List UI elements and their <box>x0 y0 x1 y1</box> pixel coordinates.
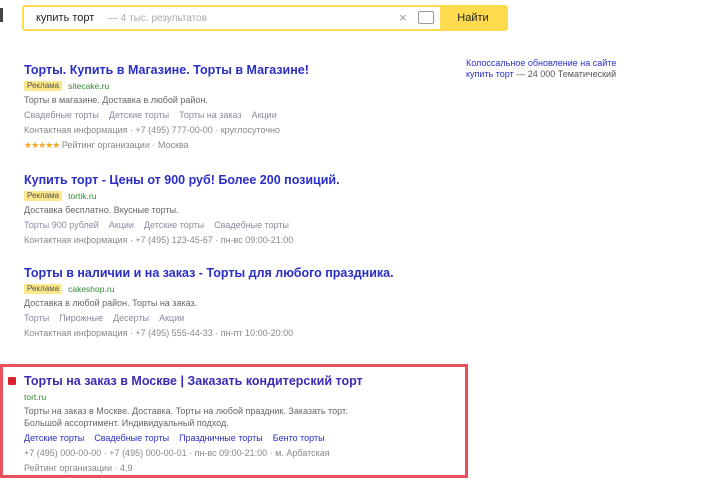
sitelink[interactable]: Свадебные торты <box>94 433 169 444</box>
sitelink[interactable]: Свадебные торты <box>214 220 289 231</box>
search-result-highlighted: Торты на заказ в Москве | Заказать конди… <box>24 373 444 474</box>
result-description: Доставка бесплатно. Вкусные торты. <box>24 205 179 215</box>
ad-badge: Реклама <box>24 283 63 294</box>
search-hint: — 4 тыс. результатов <box>108 13 208 24</box>
right-ad-link-2[interactable]: купить торт <box>466 69 514 79</box>
sitelink[interactable]: Торты на заказ <box>179 110 241 121</box>
search-button[interactable]: Найти <box>440 7 506 29</box>
contact-info: Контактная информация · +7 (495) 555-44-… <box>24 328 294 338</box>
sitelink[interactable]: Торты <box>24 313 49 324</box>
search-input[interactable]: купить торт <box>36 12 94 24</box>
search-result: Купить торт - Цены от 900 руб! Более 200… <box>24 172 444 246</box>
contact-info: Контактная информация · +7 (495) 777-00-… <box>24 125 280 135</box>
result-description-2: Большой ассортимент. Индивидуальный подх… <box>24 418 229 428</box>
sitelink[interactable]: Детские торты <box>144 220 204 231</box>
result-url[interactable]: tortik.ru <box>68 191 96 201</box>
sitelink[interactable]: Праздничные торты <box>179 433 263 444</box>
rating-text: Рейтинг организации · Москва <box>61 140 189 150</box>
search-result: Торты. Купить в Магазине. Торты в Магази… <box>24 62 444 151</box>
sitelinks: Торты Пирожные Десерты Акции <box>24 313 444 324</box>
site-favicon-icon <box>8 377 16 385</box>
rating-stars-icon: ★★★★★ <box>24 140 60 150</box>
result-title[interactable]: Торты на заказ в Москве | Заказать конди… <box>24 373 444 389</box>
window-edge <box>0 8 3 22</box>
contact-info: Контактная информация · +7 (495) 123-45-… <box>24 235 294 245</box>
sitelink[interactable]: Десерты <box>113 313 149 324</box>
result-title[interactable]: Торты в наличии и на заказ - Торты для л… <box>24 265 444 281</box>
sitelink[interactable]: Торты 900 рублей <box>24 220 99 231</box>
sitelink[interactable]: Акции <box>109 220 134 231</box>
sitelink[interactable]: Бенто торты <box>273 433 325 444</box>
sitelinks: Свадебные торты Детские торты Торты на з… <box>24 110 444 121</box>
sitelink[interactable]: Детские торты <box>109 110 169 121</box>
keyboard-icon[interactable] <box>418 11 434 24</box>
reviews: Рейтинг организации · 4,9 <box>24 463 133 473</box>
result-title[interactable]: Купить торт - Цены от 900 руб! Более 200… <box>24 172 444 188</box>
search-bar: купить торт — 4 тыс. результатов × Найти <box>22 5 508 31</box>
sitelink[interactable]: Пирожные <box>59 313 103 324</box>
search-result: Торты в наличии и на заказ - Торты для л… <box>24 265 444 339</box>
right-ad: Колоссальное обновление на сайте купить … <box>466 58 646 80</box>
right-ad-text: — 24 000 Тематический <box>516 69 617 79</box>
ad-badge: Реклама <box>24 80 63 91</box>
result-description: Торты в магазине. Доставка в любой район… <box>24 95 208 105</box>
contact-info: +7 (495) 000-00-00 · +7 (495) 000-00-01 … <box>24 448 330 458</box>
sitelink[interactable]: Детские торты <box>24 433 84 444</box>
result-description: Торты на заказ в Москве. Доставка. Торты… <box>24 406 348 416</box>
result-title[interactable]: Торты. Купить в Магазине. Торты в Магази… <box>24 62 444 78</box>
sitelinks: Торты 900 рублей Акции Детские торты Сва… <box>24 220 444 231</box>
clear-icon[interactable]: × <box>399 10 407 25</box>
result-url[interactable]: tort.ru <box>24 392 46 402</box>
right-ad-link[interactable]: Колоссальное обновление на сайте <box>466 58 646 69</box>
sitelink[interactable]: Акции <box>252 110 277 121</box>
result-url[interactable]: sitecake.ru <box>68 81 109 91</box>
result-description: Доставка в любой район. Торты на заказ. <box>24 298 198 308</box>
sitelink[interactable]: Акции <box>159 313 184 324</box>
ad-badge: Реклама <box>24 190 63 201</box>
result-url[interactable]: cakeshop.ru <box>68 284 114 294</box>
sitelink[interactable]: Свадебные торты <box>24 110 99 121</box>
sitelinks: Детские торты Свадебные торты Праздничны… <box>24 433 444 444</box>
